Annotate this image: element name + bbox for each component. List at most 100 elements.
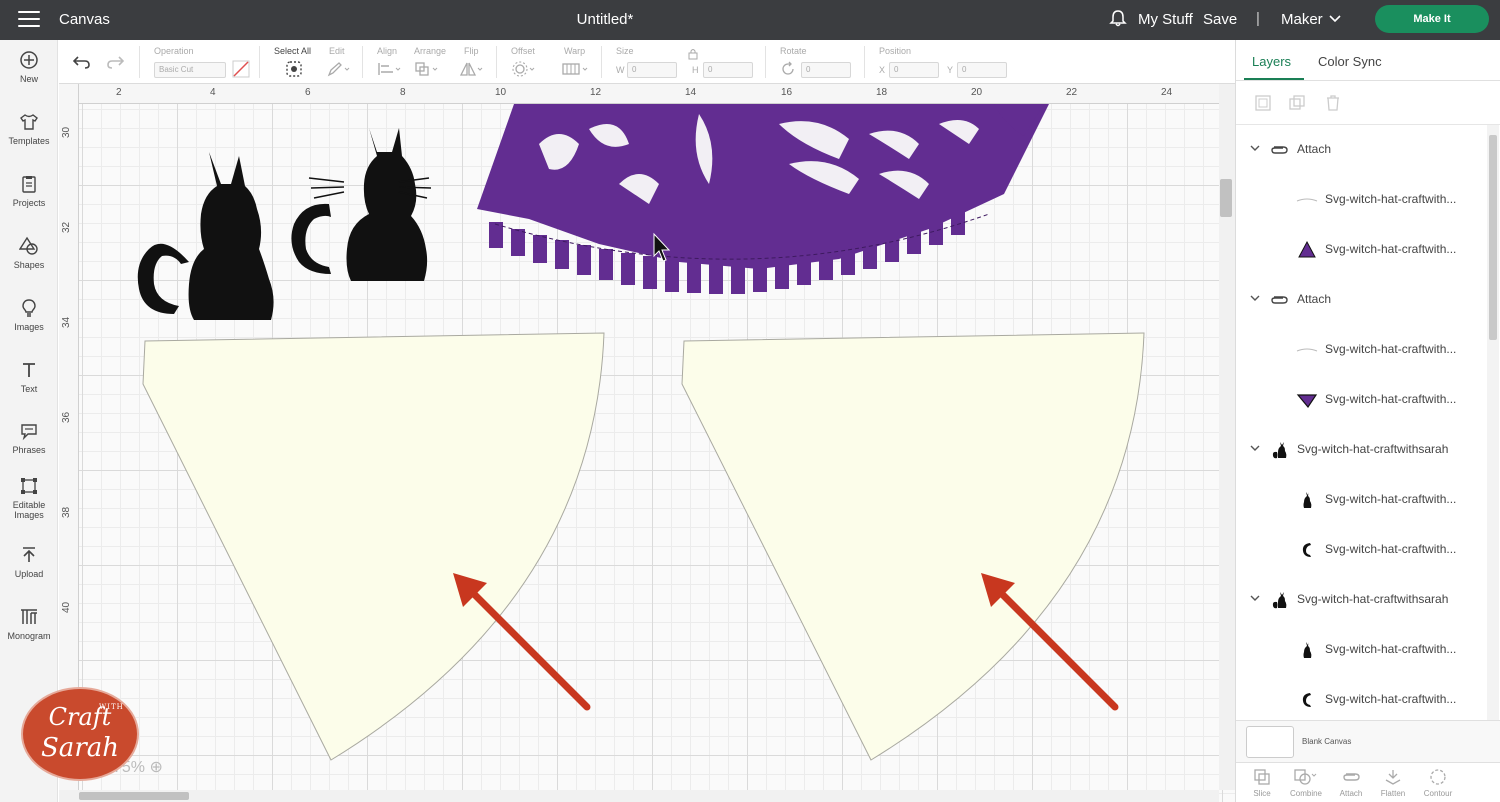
zoom-in-icon[interactable]: ⊕ xyxy=(149,759,162,776)
bell-icon[interactable] xyxy=(1108,9,1128,29)
canvas-vertical-scrollbar[interactable] xyxy=(1219,84,1235,790)
save-button[interactable]: Save xyxy=(1203,11,1237,28)
nav-label: Phrases xyxy=(12,445,46,455)
contour-icon xyxy=(1430,769,1446,785)
nav-phrases[interactable]: Phrases xyxy=(0,421,58,455)
layer-label: Svg-witch-hat-craftwith... xyxy=(1325,342,1457,356)
my-stuff-link[interactable]: My Stuff xyxy=(1138,11,1193,28)
canvas-color-swatch[interactable] xyxy=(1246,726,1294,758)
layer-label: Svg-witch-hat-craftwith... xyxy=(1325,542,1457,556)
tab-layers[interactable]: Layers xyxy=(1252,54,1291,69)
select-all-label: Select All xyxy=(274,46,312,56)
layer-item[interactable]: Svg-witch-hat-craftwith... xyxy=(1236,675,1486,720)
duplicate-icon[interactable] xyxy=(1288,94,1306,112)
layer-item[interactable]: Svg-witch-hat-craftwith... xyxy=(1236,175,1486,225)
height-input[interactable]: 0 xyxy=(703,62,753,78)
align-label: Align xyxy=(377,46,398,56)
layer-group[interactable]: Attach xyxy=(1236,275,1486,325)
layer-item[interactable]: Svg-witch-hat-craftwith... xyxy=(1236,475,1486,525)
contour-button[interactable]: Contour xyxy=(1416,768,1460,798)
undo-icon[interactable] xyxy=(73,55,91,69)
black-cat-silhouette-2[interactable] xyxy=(291,128,432,281)
layer-group[interactable]: Svg-witch-hat-craftwithsarah xyxy=(1236,575,1486,625)
hat-cone-right[interactable] xyxy=(681,332,1145,761)
warp-label: Warp xyxy=(564,46,586,56)
document-title[interactable]: Untitled* xyxy=(0,11,1210,28)
purple-hat-thumb-icon xyxy=(1298,240,1316,258)
chevron-down-icon[interactable] xyxy=(1250,293,1260,303)
layer-item[interactable]: Svg-witch-hat-craftwith... xyxy=(1236,525,1486,575)
cat-group-thumb-icon xyxy=(1272,442,1287,459)
purple-hat-brim[interactable] xyxy=(477,104,1049,294)
warp-icon[interactable] xyxy=(561,61,591,77)
rotate-icon xyxy=(782,61,794,75)
redo-icon[interactable] xyxy=(106,55,124,69)
layers-scrollbar[interactable] xyxy=(1487,125,1499,720)
nav-monogram[interactable]: Monogram xyxy=(0,607,58,641)
scroll-thumb[interactable] xyxy=(1489,135,1497,340)
y-input[interactable]: 0 xyxy=(957,62,1007,78)
layer-label: Svg-witch-hat-craftwith... xyxy=(1325,392,1457,406)
layer-label: Svg-witch-hat-craftwith... xyxy=(1325,692,1457,706)
arrange-icon[interactable] xyxy=(414,61,440,77)
layer-group[interactable]: Attach xyxy=(1236,125,1486,175)
ruler-tick-label: 24 xyxy=(1161,87,1173,98)
chevron-down-icon[interactable] xyxy=(1250,593,1260,603)
nav-upload[interactable]: Upload xyxy=(0,545,58,579)
machine-selector[interactable]: Maker xyxy=(1281,11,1323,28)
trash-icon[interactable] xyxy=(1324,94,1342,112)
attach-button[interactable]: Attach xyxy=(1329,768,1373,798)
nav-label: Upload xyxy=(14,569,44,579)
nav-new[interactable]: New xyxy=(0,50,58,84)
layer-group[interactable]: Svg-witch-hat-craftwithsarah xyxy=(1236,425,1486,475)
nav-shapes[interactable]: Shapes xyxy=(0,236,58,270)
select-all-icon[interactable] xyxy=(285,60,303,78)
ruler-tick-label: 34 xyxy=(61,316,72,328)
nav-editable-images[interactable]: Editable Images xyxy=(0,476,58,520)
layer-item[interactable]: Svg-witch-hat-craftwith... xyxy=(1236,375,1486,425)
nav-images[interactable]: Images xyxy=(0,298,58,332)
nav-projects[interactable]: Projects xyxy=(0,174,58,208)
design-canvas[interactable] xyxy=(59,84,1235,802)
chevron-down-icon[interactable] xyxy=(1328,13,1342,25)
nav-templates[interactable]: Templates xyxy=(0,112,58,146)
flatten-button[interactable]: Flatten xyxy=(1371,768,1415,798)
layer-item[interactable]: Svg-witch-hat-craftwith... xyxy=(1236,225,1486,275)
cat-thumb-icon xyxy=(1303,492,1312,508)
blank-canvas-row[interactable]: Blank Canvas xyxy=(1236,720,1500,762)
scroll-thumb[interactable] xyxy=(79,792,189,800)
align-icon[interactable] xyxy=(377,61,403,77)
make-it-button[interactable]: Make It xyxy=(1375,5,1489,33)
layer-item[interactable]: Svg-witch-hat-craftwith... xyxy=(1236,625,1486,675)
plus-circle-icon xyxy=(20,51,38,69)
combine-icon xyxy=(1294,769,1317,785)
slice-button[interactable]: Slice xyxy=(1240,768,1284,798)
nav-text[interactable]: Text xyxy=(0,360,58,394)
width-input[interactable]: 0 xyxy=(627,62,677,78)
logo-line-2: Sarah xyxy=(41,733,119,763)
ruler-tick-label: 20 xyxy=(971,87,983,98)
attach-icon xyxy=(1343,773,1360,781)
operation-select[interactable]: Basic Cut xyxy=(154,62,226,78)
lock-icon[interactable] xyxy=(687,48,699,60)
chevron-down-icon[interactable] xyxy=(1250,143,1260,153)
tab-color-sync[interactable]: Color Sync xyxy=(1318,54,1382,69)
attach-icon xyxy=(1271,146,1288,154)
offset-icon[interactable] xyxy=(511,60,537,78)
black-cat-silhouette-1[interactable] xyxy=(137,152,274,320)
combine-button[interactable]: Combine xyxy=(1284,768,1328,798)
x-input[interactable]: 0 xyxy=(889,62,939,78)
flip-icon[interactable] xyxy=(459,61,485,77)
craft-with-sarah-logo: Craft WITH Sarah xyxy=(21,687,139,781)
canvas-horizontal-scrollbar[interactable] xyxy=(59,790,1219,802)
rotate-input[interactable]: 0 xyxy=(801,62,851,78)
linetype-color-icon[interactable] xyxy=(232,60,250,78)
group-icon[interactable] xyxy=(1254,94,1272,112)
hat-cone-left[interactable] xyxy=(142,332,605,761)
layer-item[interactable]: Svg-witch-hat-craftwith... xyxy=(1236,325,1486,375)
edit-pencil-icon[interactable] xyxy=(327,61,351,77)
chevron-down-icon[interactable] xyxy=(1250,443,1260,453)
ruler-tick-label: 16 xyxy=(781,87,793,98)
nav-label: Shapes xyxy=(13,260,45,270)
scroll-thumb[interactable] xyxy=(1220,179,1232,217)
